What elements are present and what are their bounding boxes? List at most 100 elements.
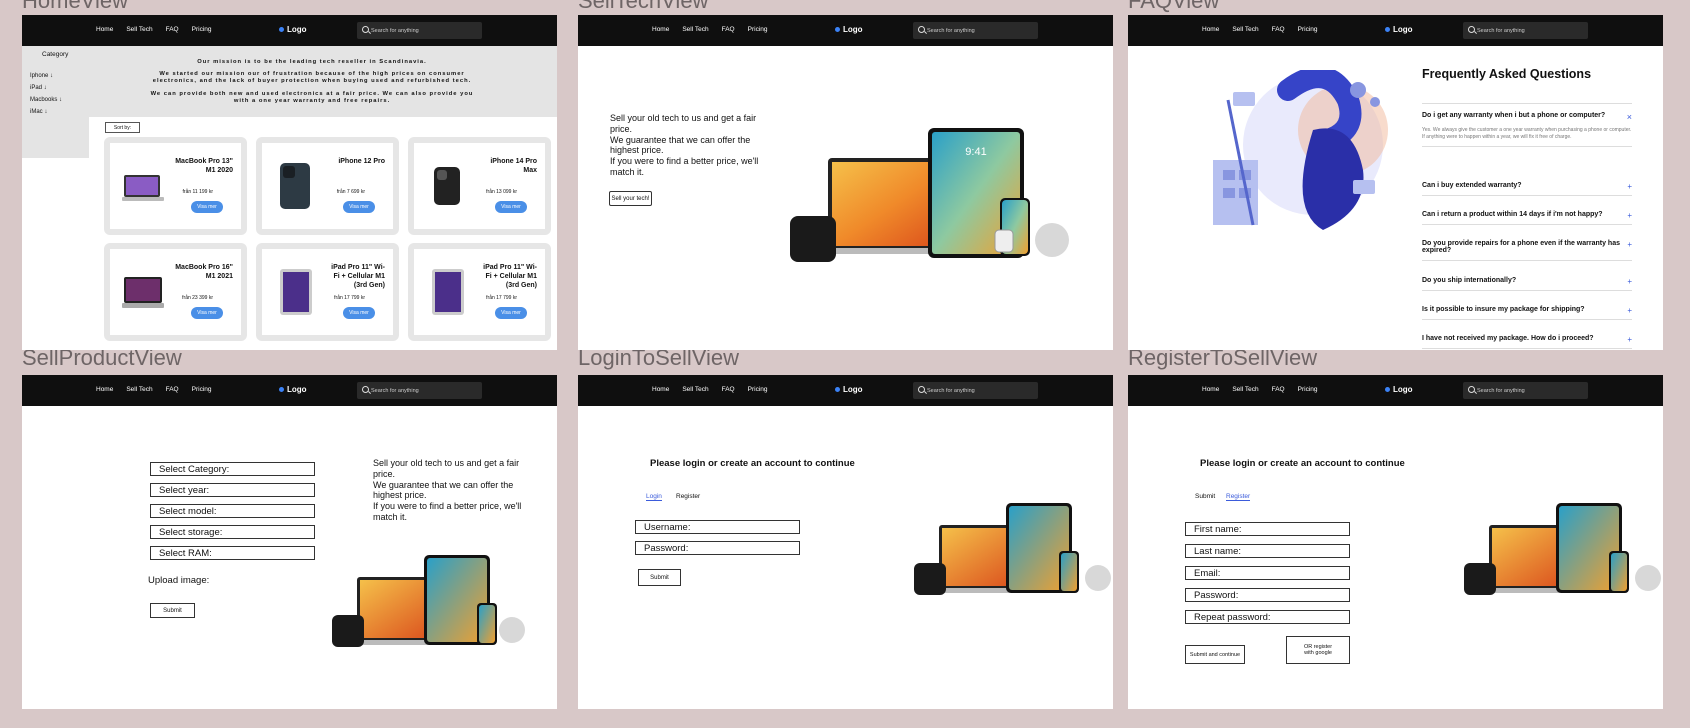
logo[interactable]: Logo (279, 385, 307, 394)
nav-home-link[interactable]: Home (1202, 386, 1219, 393)
sell-your-tech-button[interactable]: Sell your tech! (609, 191, 652, 206)
apple-devices-image (1464, 503, 1663, 603)
visa-mer-button[interactable]: Visa mer (191, 201, 223, 213)
visa-mer-button[interactable]: Visa mer (495, 201, 527, 213)
tab-register[interactable]: Register (676, 493, 700, 500)
nav-pricing-link[interactable]: Pricing (192, 386, 212, 393)
register-with-google-button[interactable]: OR register with google (1286, 636, 1350, 664)
submit-and-continue-button[interactable]: Submit and continue (1185, 645, 1245, 664)
nav-faq-link[interactable]: FAQ (166, 386, 179, 393)
storage-select[interactable]: Select storage: (150, 525, 315, 539)
first-name-field[interactable]: First name: (1185, 522, 1350, 536)
faq-question-open[interactable]: Do i get any warranty when i but a phone… (1422, 103, 1632, 147)
plus-icon[interactable]: + (1627, 335, 1632, 344)
upload-image-button[interactable]: Upload image: (148, 575, 209, 586)
faq-question[interactable]: I have not received my package. How do i… (1422, 335, 1632, 349)
frame-label-home: HomeView (22, 0, 128, 13)
nav-faq-link[interactable]: FAQ (166, 26, 179, 33)
category-ipad[interactable]: iPad ↓ (30, 82, 62, 94)
category-iphone[interactable]: Iphone ↓ (30, 70, 62, 82)
product-card[interactable]: iPhone 14 Pro Max från 13 099 kr Visa me… (408, 137, 551, 235)
logo[interactable]: Logo (1385, 385, 1413, 394)
logo[interactable]: Logo (279, 25, 307, 34)
visa-mer-button[interactable]: Visa mer (343, 307, 375, 319)
faq-question[interactable]: Do you ship internationally? + (1422, 277, 1632, 291)
search-input[interactable]: Search for anything (913, 22, 1038, 39)
frame-label-faq: FAQView (1128, 0, 1220, 13)
logo[interactable]: Logo (835, 385, 863, 394)
password-field[interactable]: Password: (635, 541, 800, 555)
year-select[interactable]: Select year: (150, 483, 315, 497)
nav-faq-link[interactable]: FAQ (1272, 26, 1285, 33)
category-sidebar: Category Iphone ↓ iPad ↓ Macbooks ↓ iMac… (22, 46, 89, 158)
nav-sell-tech-link[interactable]: Sell Tech (126, 26, 152, 33)
tab-login[interactable]: Login (646, 493, 662, 501)
nav-pricing-link[interactable]: Pricing (748, 386, 768, 393)
username-field[interactable]: Username: (635, 520, 800, 534)
nav-faq-link[interactable]: FAQ (722, 386, 735, 393)
submit-button[interactable]: Submit (150, 603, 195, 618)
nav-pricing-link[interactable]: Pricing (1298, 386, 1318, 393)
search-input[interactable]: Search for anything (913, 382, 1038, 399)
nav-sell-tech-link[interactable]: Sell Tech (126, 386, 152, 393)
sort-by-select[interactable]: Sort by: (105, 122, 140, 133)
plus-icon[interactable]: + (1627, 277, 1632, 286)
category-select[interactable]: Select Category: (150, 462, 315, 476)
faq-question[interactable]: Is it possible to insure my package for … (1422, 306, 1632, 320)
product-card[interactable]: MacBook Pro 13" M1 2020 från 11 199 kr V… (104, 137, 247, 235)
search-input[interactable]: Search for anything (1463, 22, 1588, 39)
sell-tech-view: Home Sell Tech FAQ Pricing Logo Search f… (578, 15, 1113, 350)
nav-sell-tech-link[interactable]: Sell Tech (682, 26, 708, 33)
plus-icon[interactable]: + (1627, 240, 1632, 249)
password-field[interactable]: Password: (1185, 588, 1350, 602)
tab-submit[interactable]: Submit (1195, 493, 1215, 500)
nav-sell-tech-link[interactable]: Sell Tech (1232, 26, 1258, 33)
plus-icon[interactable]: + (1627, 306, 1632, 315)
category-title: Category (42, 51, 69, 58)
logo-dot-icon (1385, 27, 1390, 32)
submit-button[interactable]: Submit (638, 569, 681, 586)
nav-sell-tech-link[interactable]: Sell Tech (682, 386, 708, 393)
nav-home-link[interactable]: Home (1202, 26, 1219, 33)
visa-mer-button[interactable]: Visa mer (495, 307, 527, 319)
product-card[interactable]: MacBook Pro 16" M1 2021 från 23 399 kr V… (104, 243, 247, 341)
email-field[interactable]: Email: (1185, 566, 1350, 580)
nav-faq-link[interactable]: FAQ (722, 26, 735, 33)
visa-mer-button[interactable]: Visa mer (343, 201, 375, 213)
nav-home-link[interactable]: Home (96, 386, 113, 393)
plus-icon[interactable]: + (1627, 211, 1632, 220)
nav-pricing-link[interactable]: Pricing (748, 26, 768, 33)
close-icon[interactable]: × (1627, 112, 1632, 122)
search-input[interactable]: Search for anything (1463, 382, 1588, 399)
plus-icon[interactable]: + (1627, 182, 1632, 191)
ram-select[interactable]: Select RAM: (150, 546, 315, 560)
faq-question[interactable]: Can i return a product within 14 days if… (1422, 211, 1632, 225)
model-select[interactable]: Select model: (150, 504, 315, 518)
sell-text: Sell your old tech to us and get a fair … (373, 458, 522, 522)
visa-mer-button[interactable]: Visa mer (191, 307, 223, 319)
tab-register[interactable]: Register (1226, 493, 1251, 501)
nav-home-link[interactable]: Home (652, 386, 669, 393)
product-card[interactable]: iPad Pro 11" Wi-Fi + Cellular M1 (3rd Ge… (256, 243, 399, 341)
navbar: Home Sell Tech FAQ Pricing Logo Search f… (1128, 15, 1663, 46)
category-macbooks[interactable]: Macbooks ↓ (30, 94, 62, 106)
product-card[interactable]: iPad Pro 11" Wi-Fi + Cellular M1 (3rd Ge… (408, 243, 551, 341)
repeat-password-field[interactable]: Repeat password: (1185, 610, 1350, 624)
search-input[interactable]: Search for anything (357, 382, 482, 399)
logo[interactable]: Logo (1385, 25, 1413, 34)
nav-home-link[interactable]: Home (96, 26, 113, 33)
logo[interactable]: Logo (835, 25, 863, 34)
nav-sell-tech-link[interactable]: Sell Tech (1232, 386, 1258, 393)
faq-question[interactable]: Do you provide repairs for a phone even … (1422, 240, 1632, 261)
nav-faq-link[interactable]: FAQ (1272, 386, 1285, 393)
nav-home-link[interactable]: Home (652, 26, 669, 33)
product-name: MacBook Pro 16" M1 2021 (175, 264, 233, 281)
search-icon (362, 26, 369, 33)
last-name-field[interactable]: Last name: (1185, 544, 1350, 558)
faq-question[interactable]: Can i buy extended warranty? + (1422, 182, 1632, 196)
search-input[interactable]: Search for anything (357, 22, 482, 39)
nav-pricing-link[interactable]: Pricing (192, 26, 212, 33)
category-imac[interactable]: iMac ↓ (30, 106, 62, 118)
nav-pricing-link[interactable]: Pricing (1298, 26, 1318, 33)
product-card[interactable]: iPhone 12 Pro från 7 699 kr Visa mer (256, 137, 399, 235)
